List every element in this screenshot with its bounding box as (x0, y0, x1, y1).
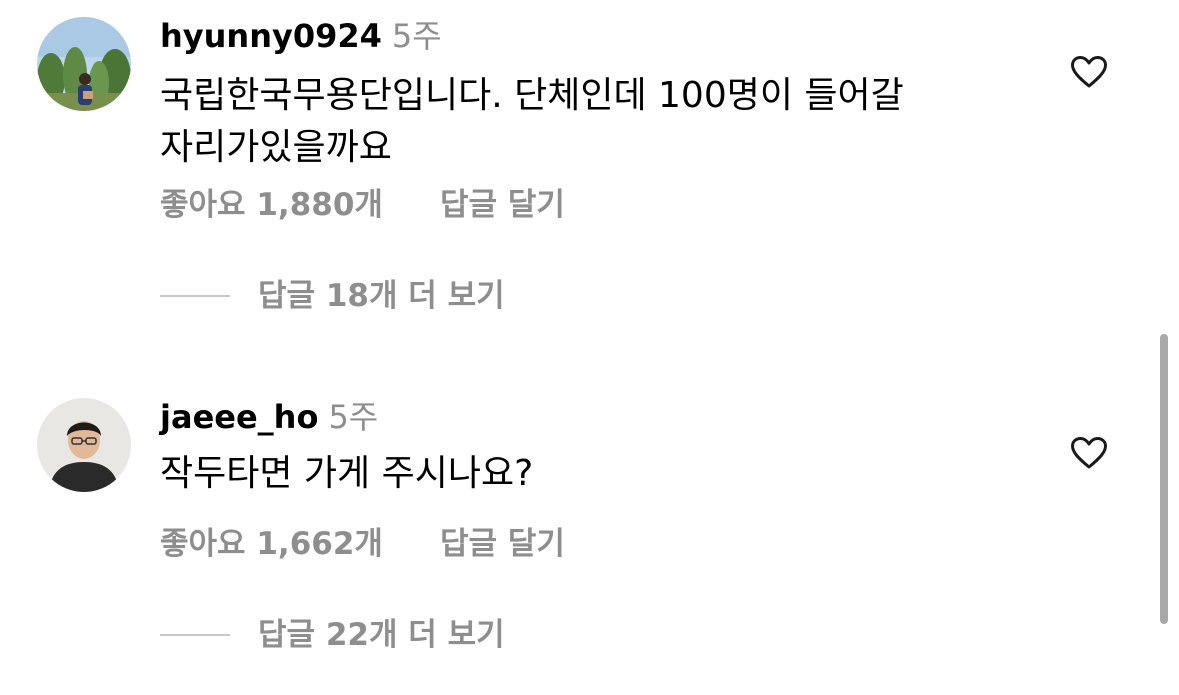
comment-text: 국립한국무용단입니다. 단체인데 100명이 들어갈 자리가있을까요 (160, 70, 1040, 174)
scrollbar[interactable] (1160, 334, 1168, 624)
comment-header: jaeee_ho 5주 (160, 397, 378, 437)
view-replies-label: 답글 18개 더 보기 (258, 278, 505, 314)
divider (160, 634, 230, 636)
comment-text-line: 자리가있을까요 (160, 127, 392, 168)
likes-count[interactable]: 좋아요 1,880개 (160, 185, 440, 225)
divider (160, 295, 230, 297)
timestamp: 5주 (391, 17, 442, 55)
view-replies-label: 답글 22개 더 보기 (258, 617, 505, 653)
comment-text-line: 작두타면 가게 주시나요? (160, 453, 534, 494)
reply-button[interactable]: 답글 달기 (440, 185, 565, 225)
avatar[interactable] (37, 17, 131, 111)
profile-photo-icon (37, 398, 131, 492)
timestamp: 5주 (328, 398, 379, 436)
comment-header: hyunny0924 5주 (160, 16, 442, 56)
reply-button[interactable]: 답글 달기 (440, 524, 565, 564)
username[interactable]: hyunny0924 (160, 17, 382, 55)
heart-icon[interactable] (1070, 436, 1108, 470)
likes-count[interactable]: 좋아요 1,662개 (160, 524, 440, 564)
avatar[interactable] (37, 398, 131, 492)
comment-actions: 좋아요 1,880개 답글 달기 (160, 185, 565, 225)
comment-text: 작두타면 가게 주시나요? (160, 448, 1040, 500)
comment-actions: 좋아요 1,662개 답글 달기 (160, 524, 565, 564)
comment-text-line: 국립한국무용단입니다. 단체인데 100명이 들어갈 (160, 75, 904, 116)
profile-photo-icon (37, 17, 131, 111)
heart-icon[interactable] (1070, 55, 1108, 89)
username[interactable]: jaeee_ho (160, 398, 318, 436)
